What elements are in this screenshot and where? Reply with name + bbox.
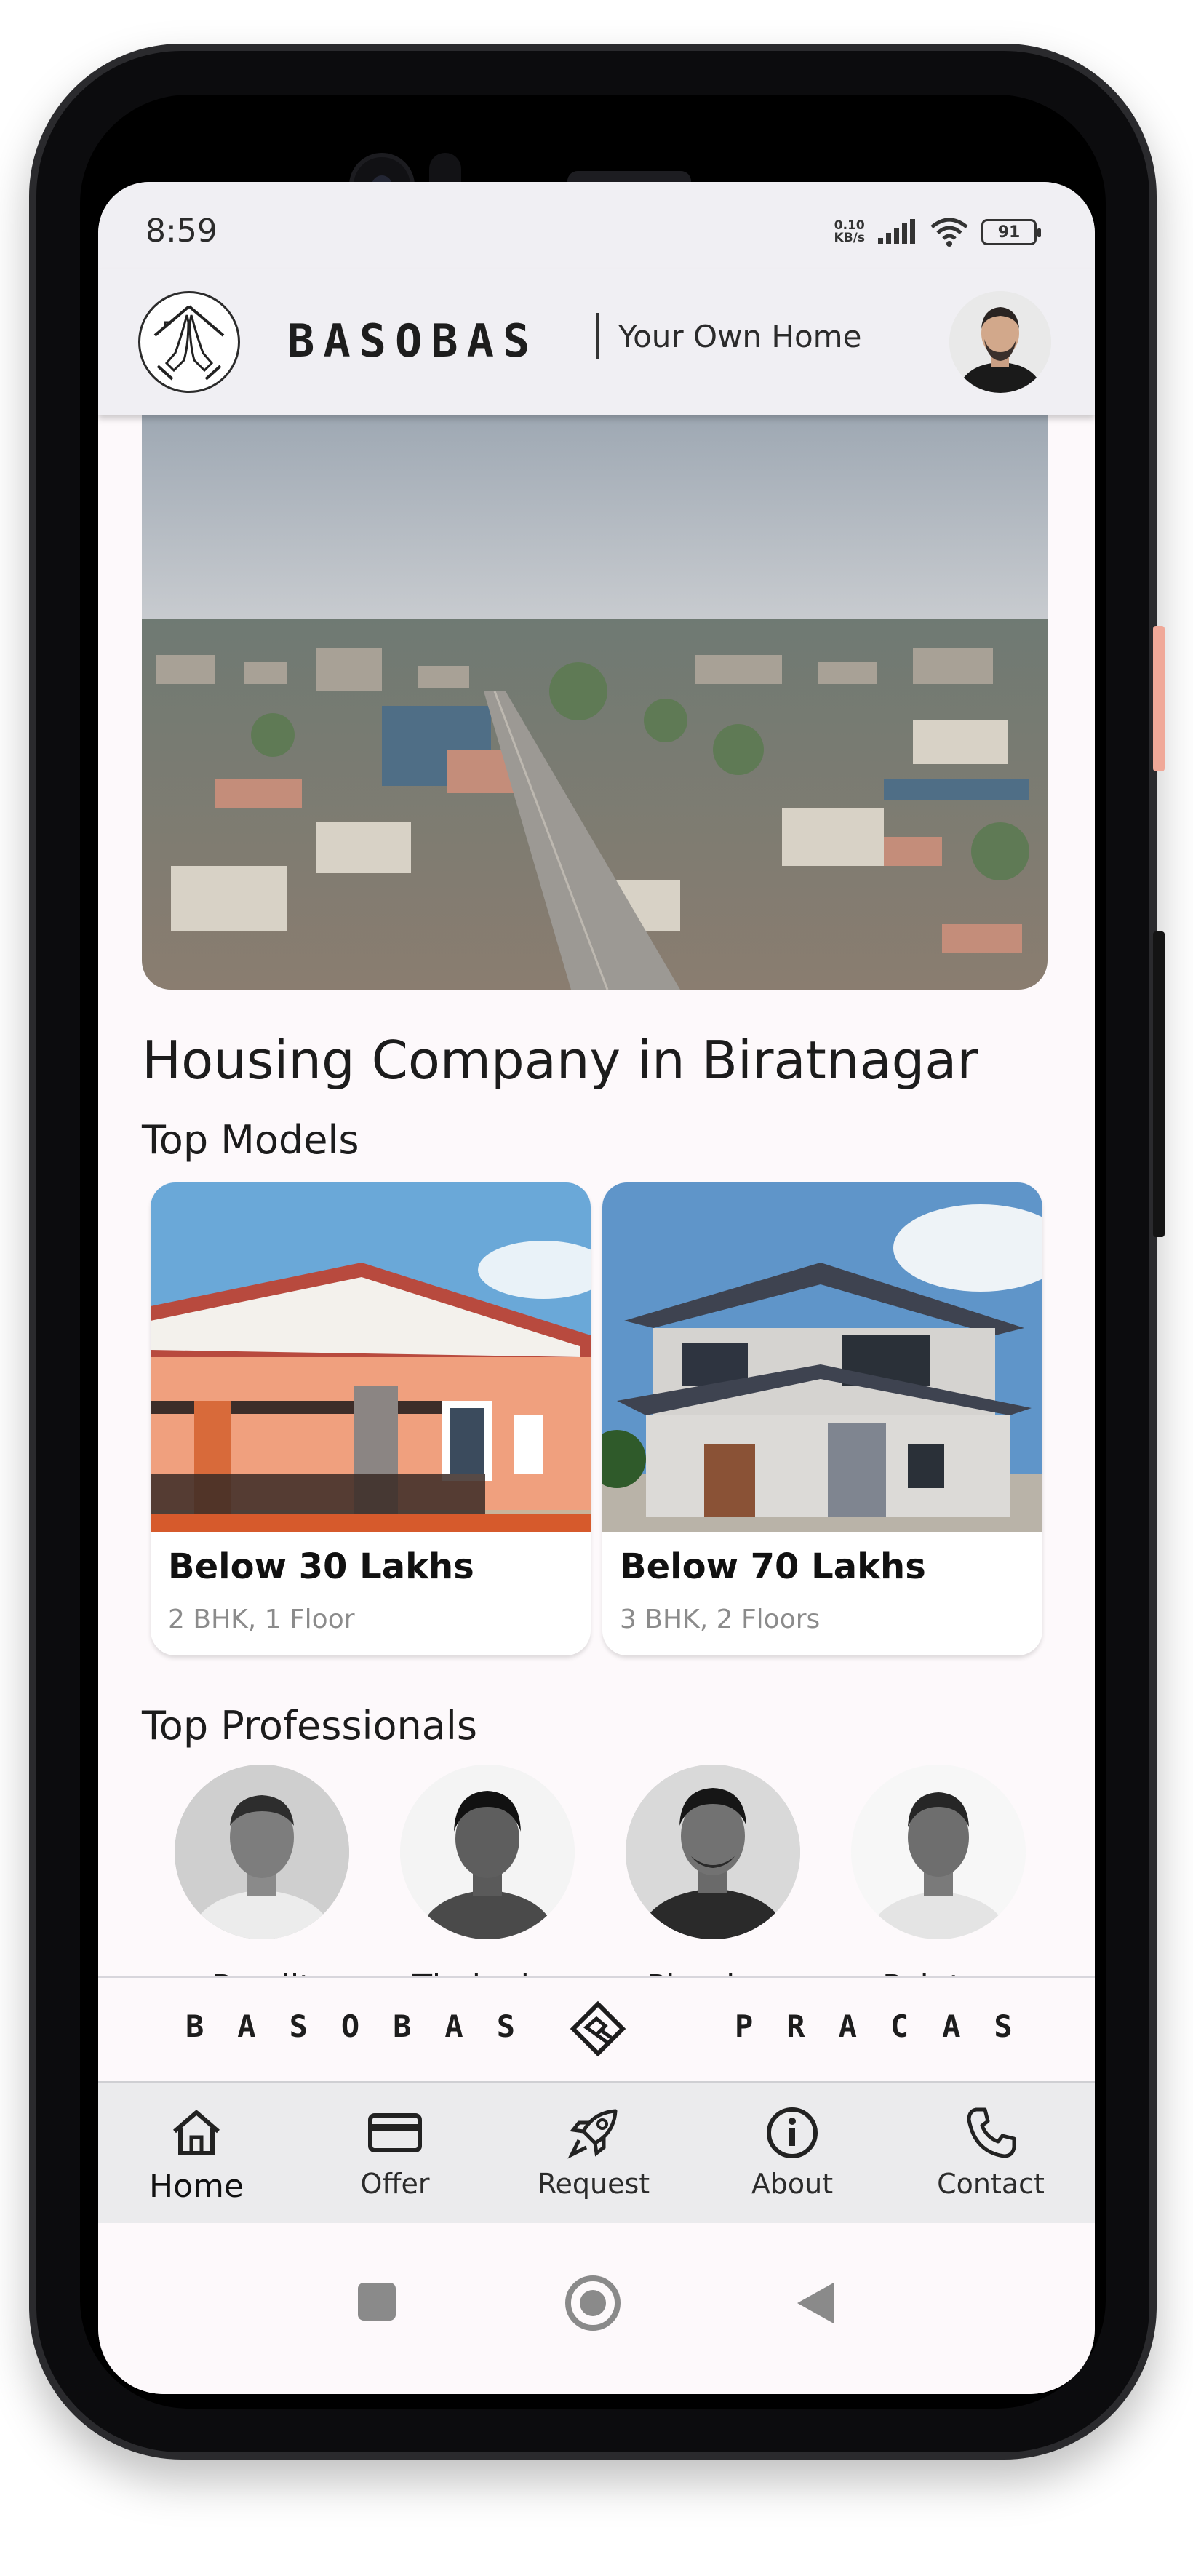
partner-bar: BASOBAS PRACAS: [98, 1976, 1095, 2081]
info-icon: [767, 2107, 818, 2158]
home-circle-icon[interactable]: [564, 2274, 622, 2332]
brand-divider: [596, 313, 599, 359]
model-subtitle: 3 BHK, 2 Floors: [620, 1605, 821, 1634]
plumber-portrait: [626, 1765, 800, 1939]
professional-thekedar[interactable]: Thekedar: [393, 1765, 582, 1976]
nav-label: Home: [149, 2168, 244, 2205]
status-bar: 8:59 0.10 KB/s 91: [98, 182, 1095, 269]
nav-offer[interactable]: Offer: [311, 2104, 479, 2200]
partner-left-brand: BASOBAS: [185, 2008, 549, 2044]
brand-name: BASOBAS: [287, 314, 539, 367]
pandit-portrait: [175, 1765, 349, 1939]
bottom-navigation: Home Offer Request About Contact: [98, 2081, 1095, 2223]
nav-label: Contact: [937, 2168, 1045, 2200]
professional-pandit[interactable]: Pandit: [167, 1765, 356, 1976]
professional-photo: [175, 1765, 349, 1939]
model-card-below-30-lakhs[interactable]: Below 30 Lakhs 2 BHK, 1 Floor: [151, 1182, 591, 1655]
professional-photo: [626, 1765, 800, 1939]
partner-right-brand: PRACAS: [735, 2008, 1046, 2044]
model-house-two-floor-image: [602, 1182, 1042, 1532]
user-avatar-image: [949, 291, 1051, 393]
rocket-icon: [567, 2109, 618, 2159]
nav-label: Request: [537, 2168, 650, 2200]
nav-label: Offer: [360, 2168, 430, 2200]
recent-apps-icon[interactable]: [356, 2281, 397, 2322]
nav-home[interactable]: Home: [113, 2104, 280, 2205]
professional-painter[interactable]: Painter: [844, 1765, 1033, 1976]
hero-city-image: [142, 415, 1048, 990]
professional-photo: [851, 1765, 1026, 1939]
phone-icon: [967, 2107, 1016, 2158]
user-avatar[interactable]: [949, 291, 1051, 393]
signal-icon: [878, 219, 915, 244]
nav-about[interactable]: About: [709, 2104, 876, 2200]
home-content[interactable]: Housing Company in Biratnagar Top Models…: [98, 415, 1095, 1976]
status-indicators: 0.10 KB/s 91: [834, 217, 1041, 247]
side-button-power: [1153, 626, 1165, 771]
professional-label: Thekedar: [393, 1968, 582, 1976]
city-aerial-image: [142, 415, 1048, 990]
professional-plumber[interactable]: Plumber: [618, 1765, 807, 1976]
top-professionals-heading: Top Professionals: [142, 1703, 477, 1749]
brand-tagline: Your Own Home: [618, 319, 862, 354]
network-speed-unit: KB/s: [834, 231, 865, 245]
praying-hands-house-icon: [153, 305, 225, 381]
nav-request[interactable]: Request: [510, 2104, 677, 2200]
wifi-icon: [930, 218, 968, 247]
model-card-below-70-lakhs[interactable]: Below 70 Lakhs 3 BHK, 2 Floors: [602, 1182, 1042, 1655]
thekedar-portrait: [400, 1765, 575, 1939]
status-time: 8:59: [145, 212, 218, 250]
model-title: Below 30 Lakhs: [168, 1546, 474, 1587]
professional-photo: [400, 1765, 575, 1939]
system-navigation-bar: [98, 2223, 1095, 2394]
battery-indicator: 91: [981, 219, 1041, 245]
nav-label: About: [751, 2168, 834, 2200]
professional-label: Plumber: [618, 1968, 807, 1976]
app-header: BASOBAS Your Own Home: [98, 269, 1095, 415]
painter-portrait: [851, 1765, 1026, 1939]
brand-logo[interactable]: [138, 291, 240, 393]
back-triangle-icon[interactable]: [793, 2280, 837, 2326]
credit-card-icon: [368, 2113, 422, 2152]
model-title: Below 70 Lakhs: [620, 1546, 926, 1587]
home-icon: [173, 2110, 220, 2155]
professional-label: Pandit: [167, 1968, 356, 1976]
page-title: Housing Company in Biratnagar: [142, 1030, 979, 1091]
app-screen: 8:59 0.10 KB/s 91 BASOBAS Your Own Home …: [98, 182, 1095, 2394]
nav-contact[interactable]: Contact: [907, 2104, 1074, 2200]
top-models-heading: Top Models: [142, 1117, 359, 1163]
side-button-volume: [1153, 931, 1165, 1237]
network-speed: 0.10 KB/s: [834, 220, 865, 245]
model-subtitle: 2 BHK, 1 Floor: [168, 1605, 355, 1634]
model-house-single-floor-image: [151, 1182, 591, 1532]
professional-label: Painter: [844, 1968, 1033, 1976]
handshake-icon: [570, 2000, 626, 2057]
